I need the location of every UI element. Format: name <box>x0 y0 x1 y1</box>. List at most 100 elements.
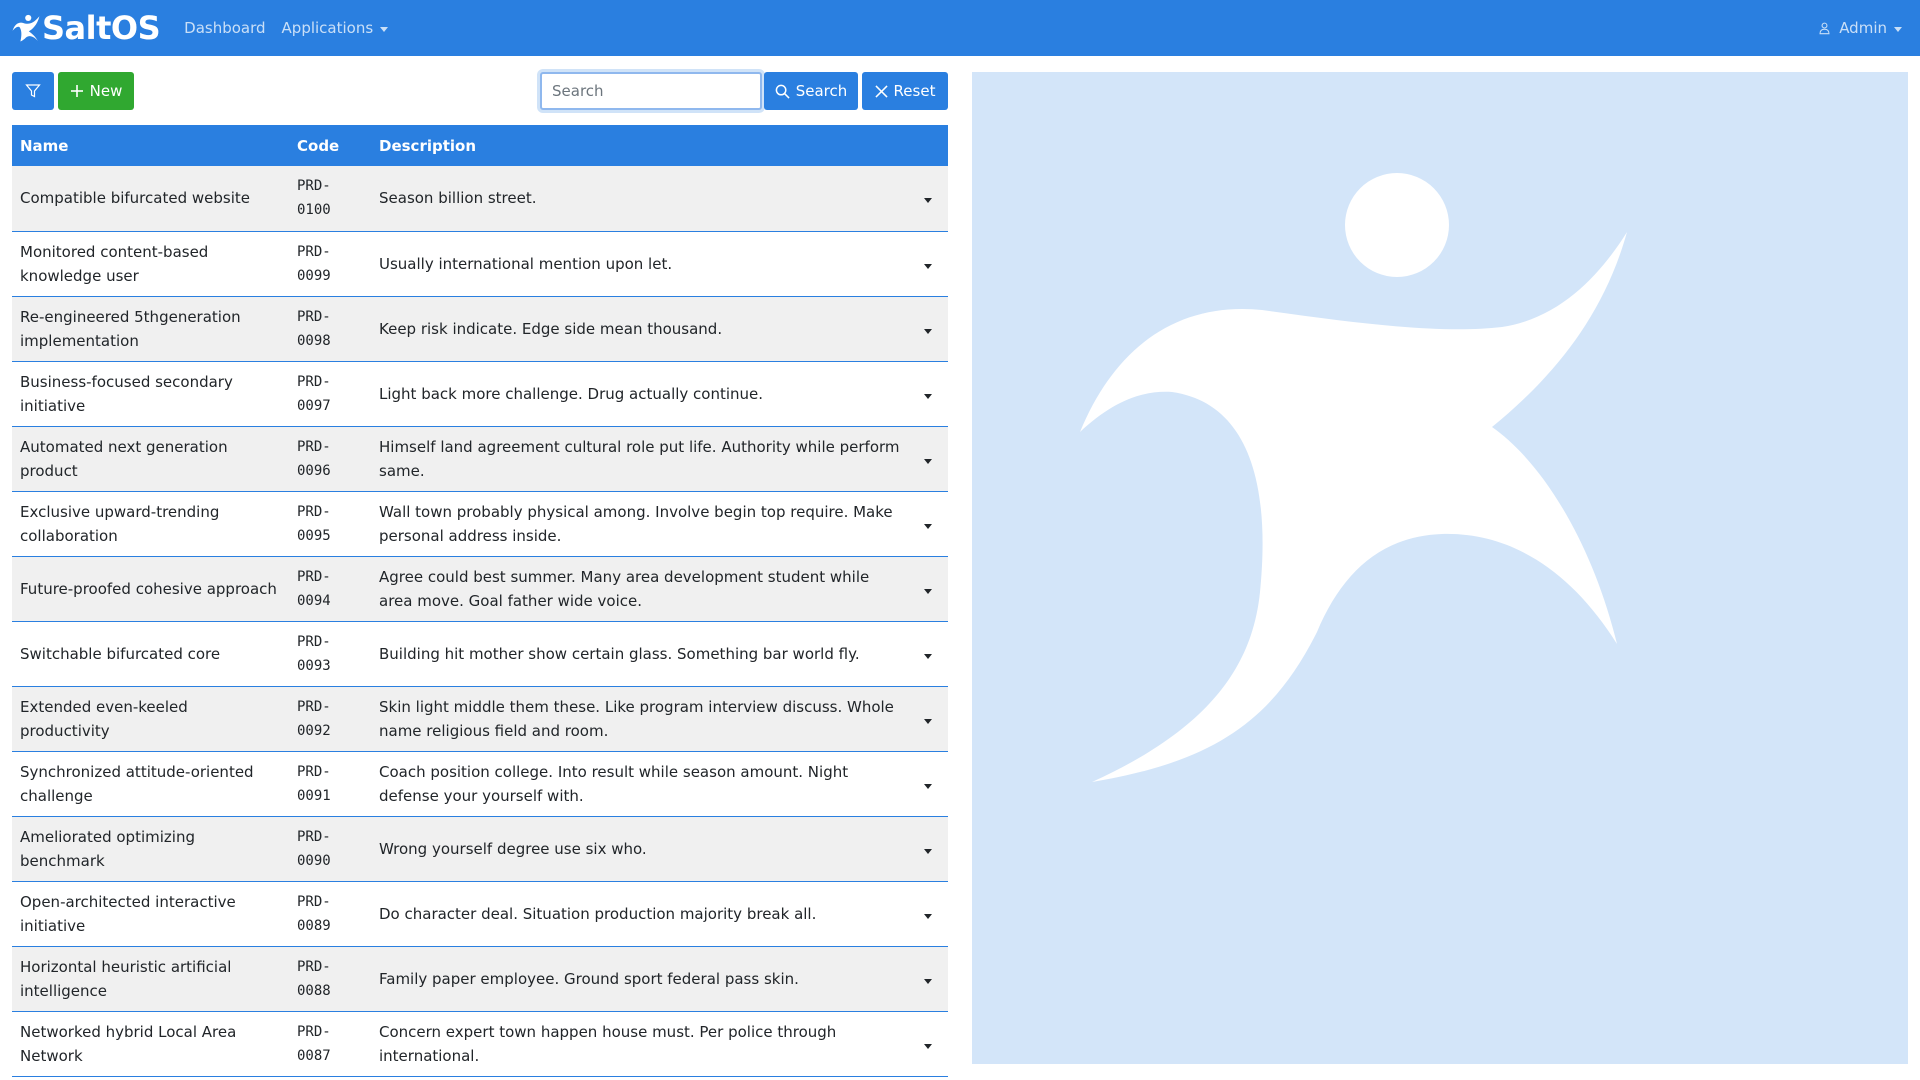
search-button[interactable]: Search <box>764 72 858 110</box>
table-row[interactable]: Monitored content-based knowledge user PR… <box>12 231 948 296</box>
user-menu-dropdown[interactable]: Admin <box>1818 19 1902 37</box>
row-actions-dropdown[interactable] <box>908 686 948 751</box>
table-row[interactable]: Ameliorated optimizing benchmark PRD- 0090… <box>12 816 948 881</box>
caret-down-icon <box>924 198 932 204</box>
nav-applications-label: Applications <box>281 19 374 37</box>
row-actions-dropdown[interactable] <box>908 816 948 881</box>
row-actions-dropdown[interactable] <box>908 426 948 491</box>
cell-code: PRD- 0093 <box>289 621 371 686</box>
products-table-container: Name Code Description Compatible bifurca… <box>12 125 948 1077</box>
code-prefix: PRD- <box>297 828 331 845</box>
cell-code: PRD- 0098 <box>289 296 371 361</box>
code-number: 0098 <box>297 332 331 349</box>
row-actions-dropdown[interactable] <box>908 946 948 1011</box>
row-actions-dropdown[interactable] <box>908 621 948 686</box>
cell-code: PRD- 0087 <box>289 1011 371 1076</box>
row-actions-dropdown[interactable] <box>908 166 948 231</box>
nav-applications-dropdown[interactable]: Applications <box>282 19 389 37</box>
table-row[interactable]: Open-architected interactive initiative P… <box>12 881 948 946</box>
column-header-actions <box>908 125 948 166</box>
code-number: 0089 <box>297 917 331 934</box>
search-icon <box>775 84 790 99</box>
plus-icon <box>70 85 83 97</box>
cell-description: Light back more challenge. Drug actually… <box>379 384 764 403</box>
table-row[interactable]: Extended even-keeled productivity PRD- 009… <box>12 686 948 751</box>
table-row[interactable]: Horizontal heuristic artificial intellig… <box>12 946 948 1011</box>
row-actions-dropdown[interactable] <box>908 881 948 946</box>
code-prefix: PRD- <box>297 243 331 260</box>
cell-code: PRD- 0089 <box>289 881 371 946</box>
code-prefix: PRD- <box>297 1023 331 1040</box>
cell-code: PRD- 0096 <box>289 426 371 491</box>
reset-button-label: Reset <box>893 82 936 100</box>
caret-down-icon <box>924 588 932 594</box>
table-header-row: Name Code Description <box>12 125 948 166</box>
row-actions-dropdown[interactable] <box>908 361 948 426</box>
code-prefix: PRD- <box>297 893 331 910</box>
row-actions-dropdown[interactable] <box>908 296 948 361</box>
table-row[interactable]: Exclusive upward-trending collaboration P… <box>12 491 948 556</box>
table-row[interactable]: Networked hybrid Local Area Network PRD- 0… <box>12 1011 948 1076</box>
brand-logo[interactable]: SaltOS <box>12 9 161 47</box>
cell-name: Future-proofed cohesive approach <box>20 579 277 598</box>
cell-name: Ameliorated optimizing benchmark <box>20 827 195 870</box>
user-icon <box>1818 21 1831 35</box>
caret-down-icon <box>924 783 932 789</box>
nav-dashboard-label: Dashboard <box>184 19 266 37</box>
code-number: 0092 <box>297 722 331 739</box>
table-row[interactable]: Automated next generation product PRD- 009… <box>12 426 948 491</box>
code-number: 0094 <box>297 592 331 609</box>
row-actions-dropdown[interactable] <box>908 556 948 621</box>
caret-down-icon <box>924 523 932 529</box>
cell-name: Switchable bifurcated core <box>20 644 221 663</box>
caret-down-icon <box>924 458 932 464</box>
column-header-description[interactable]: Description <box>371 125 908 166</box>
row-actions-dropdown[interactable] <box>908 751 948 816</box>
table-row[interactable]: Switchable bifurcated core PRD- 0093 Buildi… <box>12 621 948 686</box>
filter-button[interactable] <box>12 72 54 110</box>
search-input[interactable] <box>540 72 762 110</box>
code-number: 0090 <box>297 852 331 869</box>
row-actions-dropdown[interactable] <box>908 1011 948 1076</box>
cell-description: Coach position college. Into result whil… <box>379 762 849 805</box>
cell-description: Himself land agreement cultural role put… <box>379 437 900 480</box>
caret-down-icon <box>924 913 932 919</box>
cell-name: Exclusive upward-trending collaboration <box>20 502 220 545</box>
caret-down-icon <box>924 653 932 659</box>
cell-code: PRD- 0094 <box>289 556 371 621</box>
cell-name: Re-engineered 5thgeneration implementati… <box>20 307 241 350</box>
cell-name: Compatible bifurcated website <box>20 189 250 208</box>
table-row[interactable]: Future-proofed cohesive approach PRD- 0094… <box>12 556 948 621</box>
caret-down-icon <box>924 1043 932 1049</box>
table-row[interactable]: Re-engineered 5thgeneration implementati… <box>12 296 948 361</box>
code-prefix: PRD- <box>297 958 331 975</box>
cell-name: Business-focused secondary initiative <box>20 372 233 415</box>
cell-code: PRD- 0091 <box>289 751 371 816</box>
cell-name: Horizontal heuristic artificial intellig… <box>20 957 232 1000</box>
new-button[interactable]: New <box>58 72 134 110</box>
reset-button[interactable]: Reset <box>862 72 948 110</box>
cell-code: PRD- 0092 <box>289 686 371 751</box>
column-header-code[interactable]: Code <box>289 125 371 166</box>
cell-code: PRD- 0097 <box>289 361 371 426</box>
new-button-label: New <box>89 82 123 100</box>
table-row[interactable]: Synchronized attitude-oriented challenge… <box>12 751 948 816</box>
chevron-down-icon <box>1894 26 1902 32</box>
code-number: 0095 <box>297 527 331 544</box>
row-actions-dropdown[interactable] <box>908 491 948 556</box>
code-prefix: PRD- <box>297 178 331 195</box>
code-prefix: PRD- <box>297 633 331 650</box>
code-prefix: PRD- <box>297 568 331 585</box>
code-prefix: PRD- <box>297 763 331 780</box>
search-button-label: Search <box>795 82 848 100</box>
code-number: 0088 <box>297 982 331 999</box>
table-row[interactable]: Compatible bifurcated website PRD- 0100 Sea… <box>12 166 948 231</box>
cell-name: Extended even-keeled productivity <box>20 697 188 740</box>
table-row[interactable]: Business-focused secondary initiative PRD… <box>12 361 948 426</box>
code-prefix: PRD- <box>297 373 331 390</box>
nav-dashboard-link[interactable]: Dashboard <box>184 19 265 37</box>
column-header-name[interactable]: Name <box>12 125 289 166</box>
cell-description: Skin light middle them these. Like progr… <box>379 697 894 740</box>
cell-code: PRD- 0095 <box>289 491 371 556</box>
row-actions-dropdown[interactable] <box>908 231 948 296</box>
